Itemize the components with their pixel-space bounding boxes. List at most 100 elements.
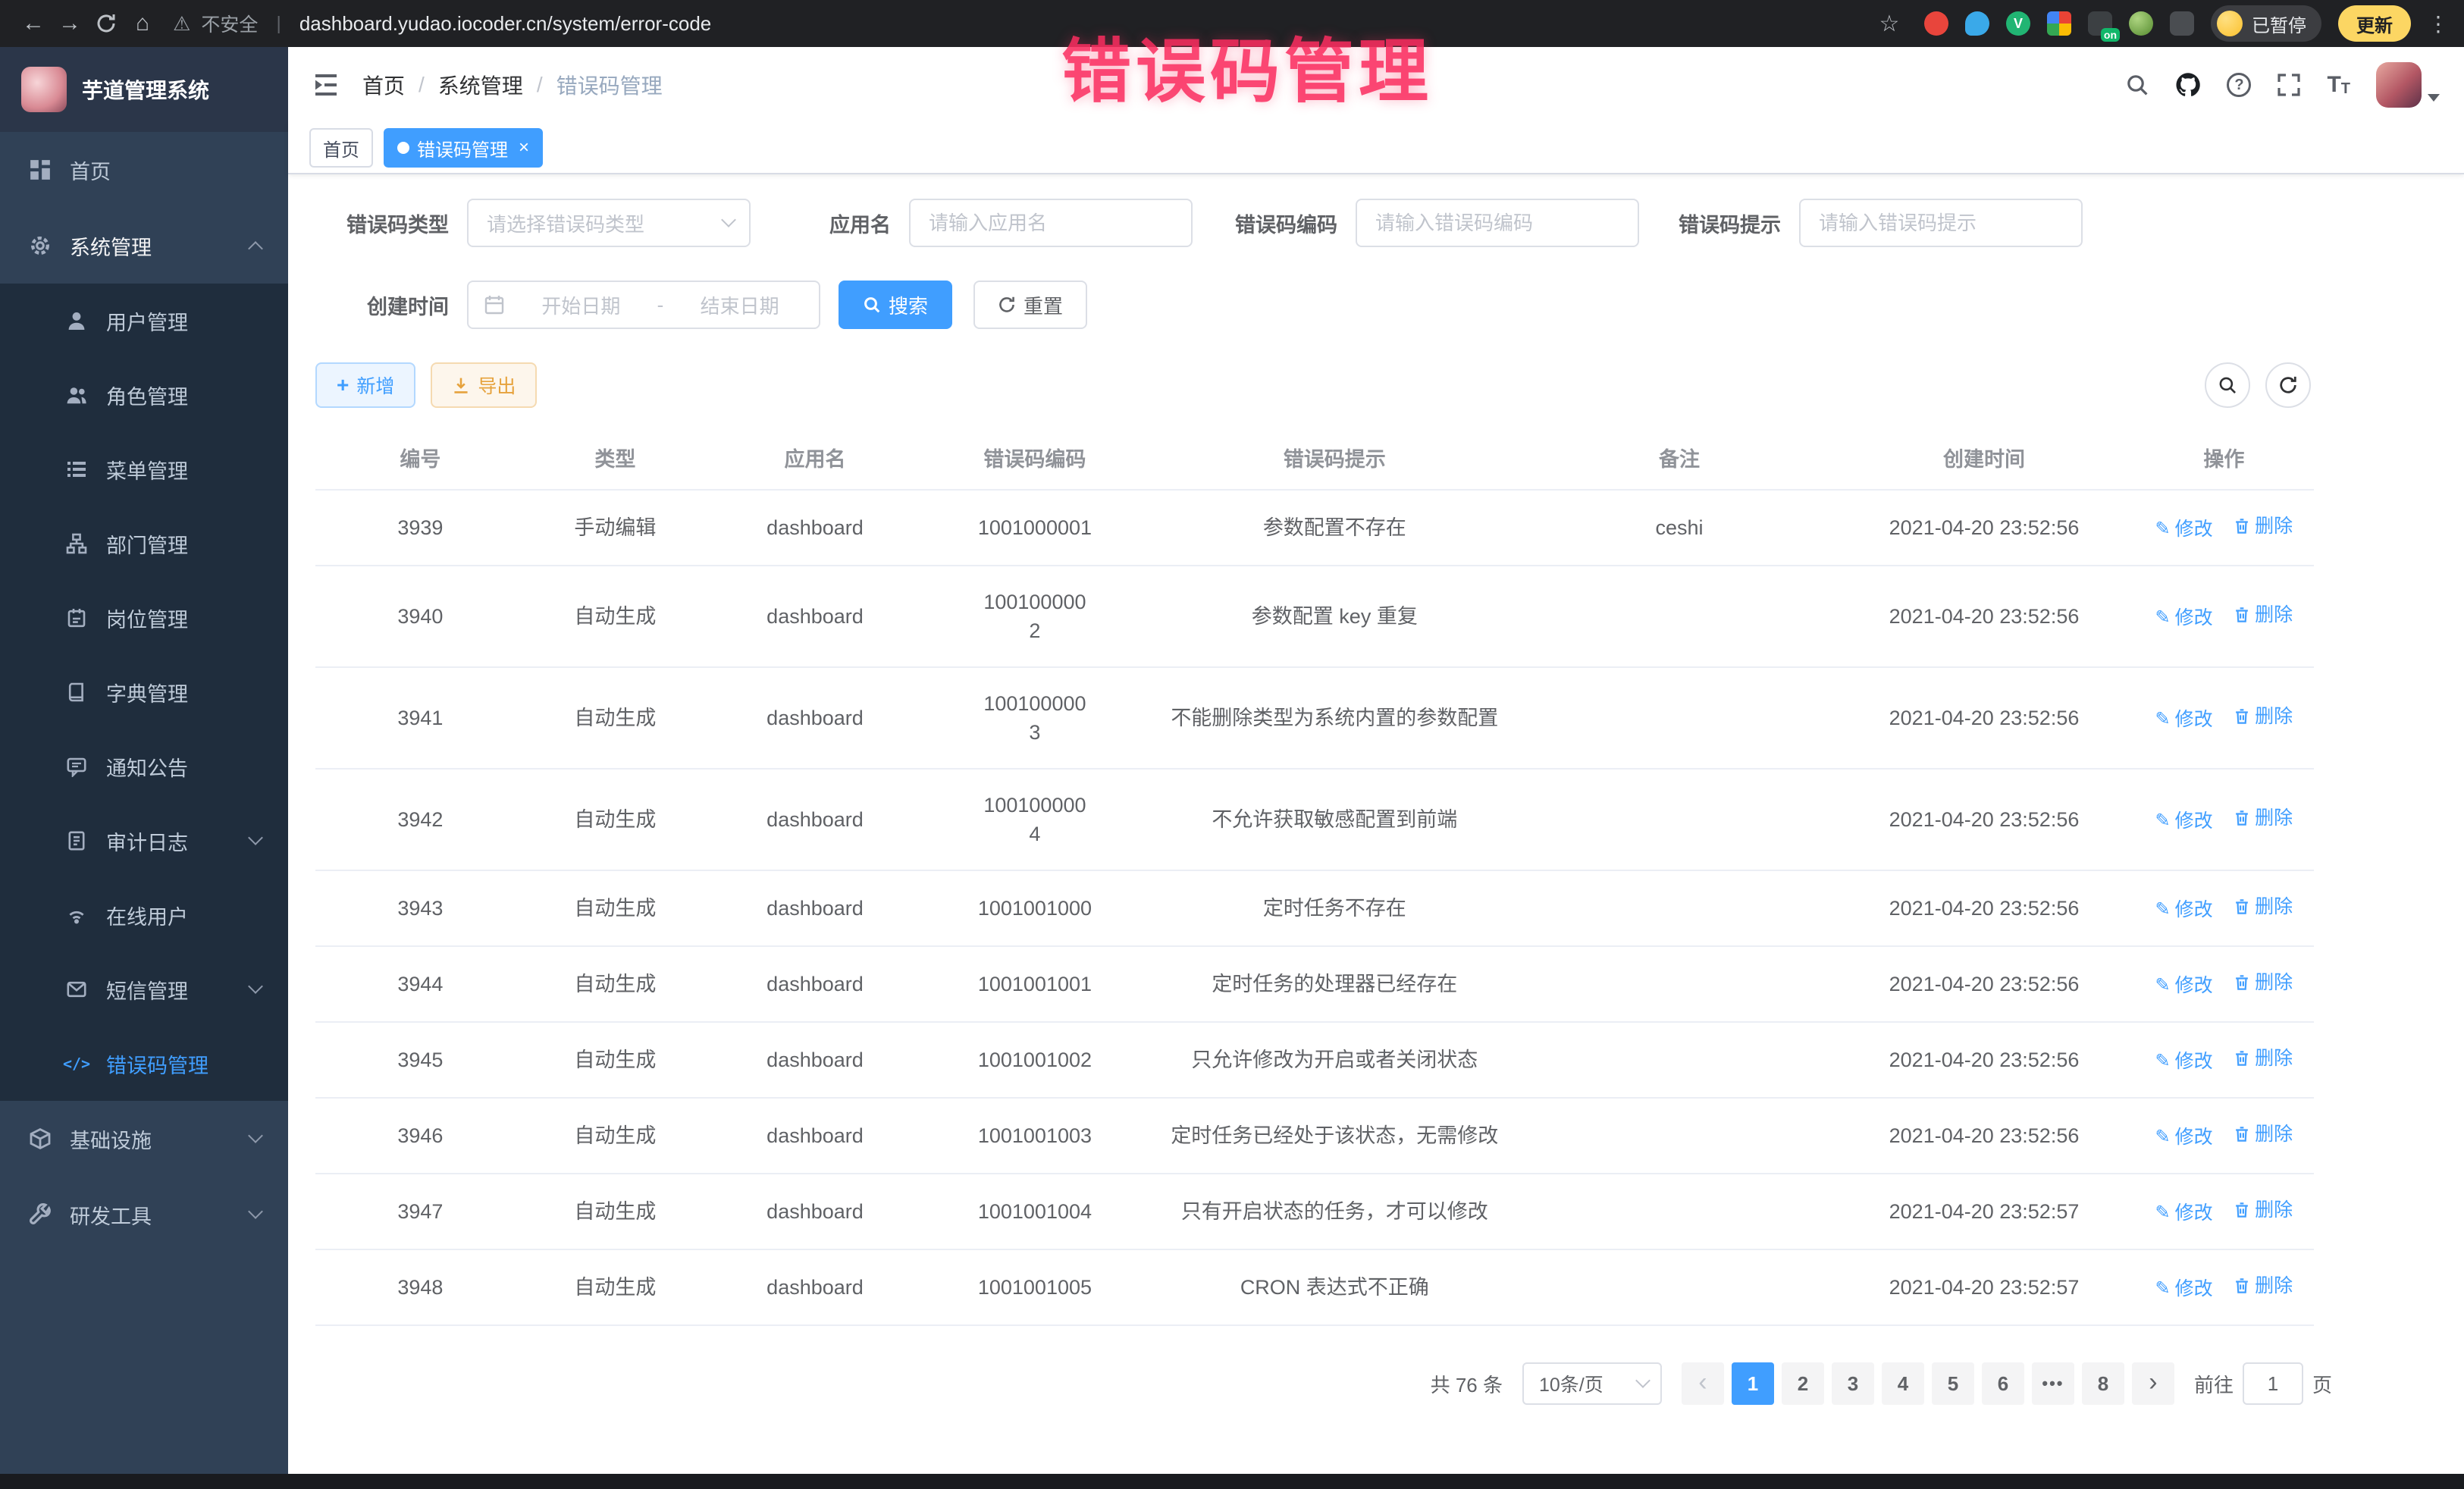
delete-link[interactable]: 删除 bbox=[2234, 1271, 2293, 1300]
extension-switch-icon[interactable]: on bbox=[2088, 11, 2112, 36]
tab-home[interactable]: 首页 bbox=[309, 128, 373, 168]
error-type-select[interactable]: 请选择错误码类型 bbox=[467, 199, 751, 247]
browser-toolbar: ← → ⌂ ⚠ 不安全 | dashboard.yudao.iocoder.cn… bbox=[0, 0, 2464, 47]
back-icon[interactable]: ← bbox=[15, 5, 52, 42]
add-button[interactable]: + 新增 bbox=[315, 362, 415, 408]
edit-link[interactable]: ✎修改 bbox=[2155, 1274, 2213, 1303]
extension-puzzle-icon[interactable] bbox=[2170, 11, 2194, 36]
wrench-icon bbox=[27, 1203, 53, 1226]
extension-green-icon[interactable] bbox=[2129, 11, 2153, 36]
edit-link[interactable]: ✎修改 bbox=[2155, 1199, 2213, 1227]
sidebar-item-home[interactable]: 首页 bbox=[0, 132, 288, 208]
delete-link[interactable]: 删除 bbox=[2234, 1120, 2293, 1149]
cell-app: dashboard bbox=[705, 1174, 925, 1249]
page-button-6[interactable]: 6 bbox=[1982, 1362, 2024, 1405]
sidebar-item-menus[interactable]: 菜单管理 bbox=[0, 432, 288, 506]
table-row: 3941 自动生成 dashboard 100100000 3 不能删除类型为系… bbox=[315, 667, 2314, 769]
sidebar-item-dev-tools[interactable]: 研发工具 bbox=[0, 1177, 288, 1252]
delete-link[interactable]: 删除 bbox=[2234, 892, 2293, 921]
sidebar-logo[interactable]: 芋道管理系统 bbox=[0, 47, 288, 132]
page-button-1[interactable]: 1 bbox=[1732, 1362, 1774, 1405]
sidebar-item-posts[interactable]: 岗位管理 bbox=[0, 581, 288, 655]
delete-link[interactable]: 删除 bbox=[2234, 512, 2293, 541]
sidebar-toggle-icon[interactable] bbox=[312, 73, 340, 97]
export-button[interactable]: 导出 bbox=[431, 362, 537, 408]
font-size-icon[interactable]: TT bbox=[2327, 74, 2350, 96]
page-button-4[interactable]: 4 bbox=[1882, 1362, 1924, 1405]
browser-update-button[interactable]: 更新 bbox=[2338, 5, 2411, 42]
refresh-table-button[interactable] bbox=[2265, 362, 2311, 408]
sidebar-item-infrastructure[interactable]: 基础设施 bbox=[0, 1101, 288, 1177]
tab-error-code[interactable]: 错误码管理 × bbox=[384, 128, 543, 168]
goto-page-input[interactable] bbox=[2243, 1362, 2303, 1405]
tab-close-icon[interactable]: × bbox=[519, 137, 529, 158]
page-button-2[interactable]: 2 bbox=[1782, 1362, 1824, 1405]
page-content: 错误码类型 请选择错误码类型 应用名 错误码编码 错误码提示 bbox=[288, 174, 2464, 1405]
edit-link[interactable]: ✎修改 bbox=[2155, 515, 2213, 544]
fullscreen-icon[interactable] bbox=[2277, 73, 2301, 97]
extension-drop-icon[interactable] bbox=[1965, 11, 1989, 36]
prev-page-button[interactable]: ‹ bbox=[1682, 1362, 1724, 1405]
search-icon[interactable] bbox=[2125, 73, 2149, 97]
edit-link[interactable]: ✎修改 bbox=[2155, 705, 2213, 734]
cell-remark bbox=[1525, 1022, 1835, 1098]
page-size-select[interactable]: 10条/页 bbox=[1522, 1362, 1662, 1405]
sidebar-item-error-code[interactable]: </> 错误码管理 bbox=[0, 1027, 288, 1101]
bookmark-star-icon[interactable]: ☆ bbox=[1871, 5, 1908, 42]
edit-link[interactable]: ✎修改 bbox=[2155, 1047, 2213, 1076]
sidebar-item-roles[interactable]: 角色管理 bbox=[0, 358, 288, 432]
edit-link[interactable]: ✎修改 bbox=[2155, 971, 2213, 1000]
page-button-8[interactable]: 8 bbox=[2082, 1362, 2124, 1405]
sidebar-item-users[interactable]: 用户管理 bbox=[0, 284, 288, 358]
edit-link[interactable]: ✎修改 bbox=[2155, 603, 2213, 632]
help-icon[interactable]: ? bbox=[2227, 73, 2251, 97]
user-avatar[interactable] bbox=[2376, 62, 2440, 108]
extension-palette-icon[interactable] bbox=[2047, 11, 2071, 36]
home-icon[interactable]: ⌂ bbox=[124, 5, 161, 42]
page-more-button[interactable]: ••• bbox=[2032, 1362, 2074, 1405]
page-button-5[interactable]: 5 bbox=[1932, 1362, 1974, 1405]
delete-link[interactable]: 删除 bbox=[2234, 968, 2293, 997]
next-page-button[interactable]: › bbox=[2132, 1362, 2174, 1405]
extension-vue-devtools-icon[interactable]: V bbox=[2006, 11, 2030, 36]
page-button-3[interactable]: 3 bbox=[1832, 1362, 1874, 1405]
toggle-search-button[interactable] bbox=[2205, 362, 2250, 408]
sidebar-item-sms[interactable]: 短信管理 bbox=[0, 952, 288, 1027]
extension-red-icon[interactable] bbox=[1924, 11, 1948, 36]
cell-ops: ✎修改 删除 bbox=[2134, 1249, 2314, 1325]
sidebar-item-label: 首页 bbox=[70, 155, 111, 185]
error-code-input[interactable] bbox=[1356, 199, 1639, 247]
breadcrumb-system[interactable]: 系统管理 bbox=[438, 70, 523, 100]
delete-link[interactable]: 删除 bbox=[2234, 702, 2293, 731]
sidebar-item-online-users[interactable]: 在线用户 bbox=[0, 878, 288, 952]
edit-link[interactable]: ✎修改 bbox=[2155, 807, 2213, 835]
sidebar-item-system[interactable]: 系统管理 bbox=[0, 208, 288, 284]
refresh-icon[interactable] bbox=[88, 5, 124, 42]
app-name-input[interactable] bbox=[909, 199, 1193, 247]
github-icon[interactable] bbox=[2175, 72, 2201, 98]
sidebar-item-dictionary[interactable]: 字典管理 bbox=[0, 655, 288, 729]
delete-link[interactable]: 删除 bbox=[2234, 600, 2293, 629]
sidebar-item-departments[interactable]: 部门管理 bbox=[0, 506, 288, 581]
error-hint-input[interactable] bbox=[1799, 199, 2083, 247]
cell-type: 自动生成 bbox=[525, 946, 705, 1022]
address-bar[interactable]: ⚠ 不安全 | dashboard.yudao.iocoder.cn/syste… bbox=[173, 10, 711, 37]
profile-status-label: 已暂停 bbox=[2252, 11, 2306, 37]
search-button[interactable]: 搜索 bbox=[839, 281, 952, 329]
browser-menu-icon[interactable]: ⋮ bbox=[2428, 11, 2449, 36]
create-time-range-picker[interactable]: 开始日期 - 结束日期 bbox=[467, 281, 820, 329]
delete-link[interactable]: 删除 bbox=[2234, 1196, 2293, 1224]
edit-link[interactable]: ✎修改 bbox=[2155, 895, 2213, 924]
sidebar-item-audit-log[interactable]: 审计日志 bbox=[0, 804, 288, 878]
edit-link[interactable]: ✎修改 bbox=[2155, 1123, 2213, 1152]
security-warning-icon: ⚠ bbox=[173, 12, 190, 36]
delete-link[interactable]: 删除 bbox=[2234, 804, 2293, 832]
delete-link[interactable]: 删除 bbox=[2234, 1044, 2293, 1073]
sidebar-item-notices[interactable]: 通知公告 bbox=[0, 729, 288, 804]
reset-button[interactable]: 重置 bbox=[973, 281, 1087, 329]
cell-hint: 定时任务已经处于该状态，无需修改 bbox=[1145, 1098, 1525, 1174]
cell-id: 3945 bbox=[315, 1022, 525, 1098]
breadcrumb-home[interactable]: 首页 bbox=[362, 70, 405, 100]
browser-profile-chip[interactable]: 已暂停 bbox=[2211, 5, 2321, 42]
forward-icon[interactable]: → bbox=[52, 5, 88, 42]
